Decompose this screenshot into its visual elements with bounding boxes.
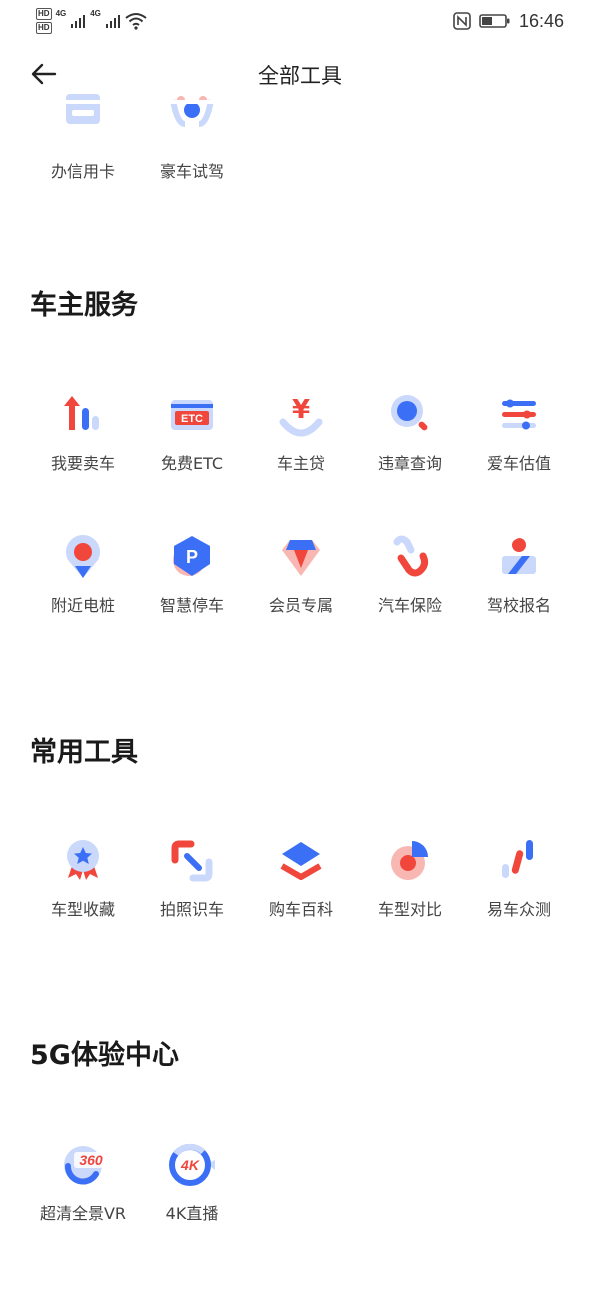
tool-owner-loan[interactable]: ¥ 车主贷 (246, 390, 356, 500)
tool-label: 易车众测 (486, 900, 551, 919)
live-4k-icon: 4K (169, 1143, 215, 1186)
signal-icon-2 (105, 15, 120, 28)
vr-360-icon: 360 (64, 1146, 108, 1185)
tool-label: 购车百科 (268, 900, 333, 919)
search-violation-icon (391, 395, 428, 431)
tool-label: 我要卖车 (50, 454, 115, 473)
tool-photo-recognize[interactable]: 拍照识车 (137, 836, 247, 946)
test-bars-icon (502, 840, 533, 878)
tool-label: 智慧停车 (159, 596, 224, 615)
status-bar: HD HD 4G 4G 16:46 (0, 0, 600, 42)
tool-vr-panorama[interactable]: 360 超清全景VR (28, 1140, 138, 1250)
insurance-link-icon (393, 535, 429, 577)
tool-luxury-test-drive[interactable]: 豪车试驾 (137, 80, 247, 190)
tool-label: 豪车试驾 (159, 162, 224, 181)
scan-corners-icon (171, 840, 213, 882)
sell-car-icon (64, 396, 99, 430)
tool-label: 拍照识车 (159, 900, 224, 919)
tool-member-exclusive[interactable]: 会员专属 (246, 532, 356, 642)
header-mask (0, 100, 600, 104)
tool-model-compare[interactable]: 车型对比 (355, 836, 465, 946)
live-4k-text: 4K (180, 1157, 200, 1173)
etc-card-icon: ETC (171, 400, 213, 430)
section-title-5g-center: 5G体验中心 (30, 1040, 179, 1071)
tool-label: 车型对比 (377, 900, 442, 919)
tool-label: 办信用卡 (50, 162, 115, 181)
loan-yen-icon: ¥ (279, 395, 323, 437)
steering-wheel-icon (170, 96, 214, 127)
hd-indicators: HD HD (36, 8, 52, 34)
network-type-2: 4G (90, 9, 101, 18)
section-title-owner-services: 车主服务 (30, 290, 138, 321)
tool-label: 4K直播 (165, 1204, 219, 1223)
tool-nearby-charging[interactable]: 附近电桩 (28, 532, 138, 642)
layers-icon (280, 842, 322, 880)
pie-chart-icon (391, 841, 428, 880)
network-type-1: 4G (55, 9, 67, 18)
wifi-icon (125, 13, 147, 30)
tool-label: 车主贷 (276, 454, 325, 473)
signal-icon-1 (71, 15, 86, 28)
tool-label: 附近电桩 (50, 596, 115, 615)
tool-free-etc[interactable]: ETC 免费ETC (137, 390, 247, 500)
battery-icon (479, 14, 510, 28)
sliders-icon (502, 399, 536, 430)
vr-360-text: 360 (79, 1152, 103, 1168)
parking-icon: P (173, 536, 210, 576)
tool-violation-query[interactable]: 违章查询 (355, 390, 465, 500)
tool-yiche-review[interactable]: 易车众测 (464, 836, 574, 946)
tool-car-encyclopedia[interactable]: 购车百科 (246, 836, 356, 946)
tool-label: 违章查询 (377, 454, 442, 473)
tool-car-insurance[interactable]: 汽车保险 (355, 532, 465, 642)
hd-badge-2: HD (36, 22, 52, 34)
tool-label: 车型收藏 (50, 900, 115, 919)
tool-label: 免费ETC (160, 454, 224, 473)
tool-smart-parking[interactable]: P 智慧停车 (137, 532, 247, 642)
hd-badge-1: HD (36, 8, 52, 20)
location-pin-icon (66, 535, 100, 578)
tool-label: 驾校报名 (486, 596, 551, 615)
medal-star-icon (67, 840, 99, 880)
status-left: HD HD 4G 4G (36, 5, 147, 37)
tool-4k-live[interactable]: 4K 4K直播 (137, 1140, 247, 1250)
parking-letter: P (186, 547, 198, 567)
tool-label: 会员专属 (268, 596, 333, 615)
tool-credit-card[interactable]: 办信用卡 (28, 80, 138, 190)
section-title-common-tools: 常用工具 (30, 737, 138, 768)
tool-label: 爱车估值 (486, 454, 551, 473)
tool-label: 汽车保险 (377, 596, 442, 615)
nfc-icon (453, 12, 471, 30)
clock: 16:46 (518, 10, 564, 31)
tool-label: 超清全景VR (39, 1204, 127, 1223)
tool-sell-car[interactable]: 我要卖车 (28, 390, 138, 500)
status-right: 16:46 (453, 8, 564, 34)
credit-card-icon (66, 94, 100, 124)
tool-model-favorites[interactable]: 车型收藏 (28, 836, 138, 946)
etc-text: ETC (181, 413, 203, 425)
tool-car-valuation[interactable]: 爱车估值 (464, 390, 574, 500)
diamond-icon (282, 540, 320, 576)
yen-symbol: ¥ (292, 395, 310, 425)
tool-driving-school[interactable]: 驾校报名 (464, 532, 574, 642)
driving-school-icon (502, 538, 536, 574)
